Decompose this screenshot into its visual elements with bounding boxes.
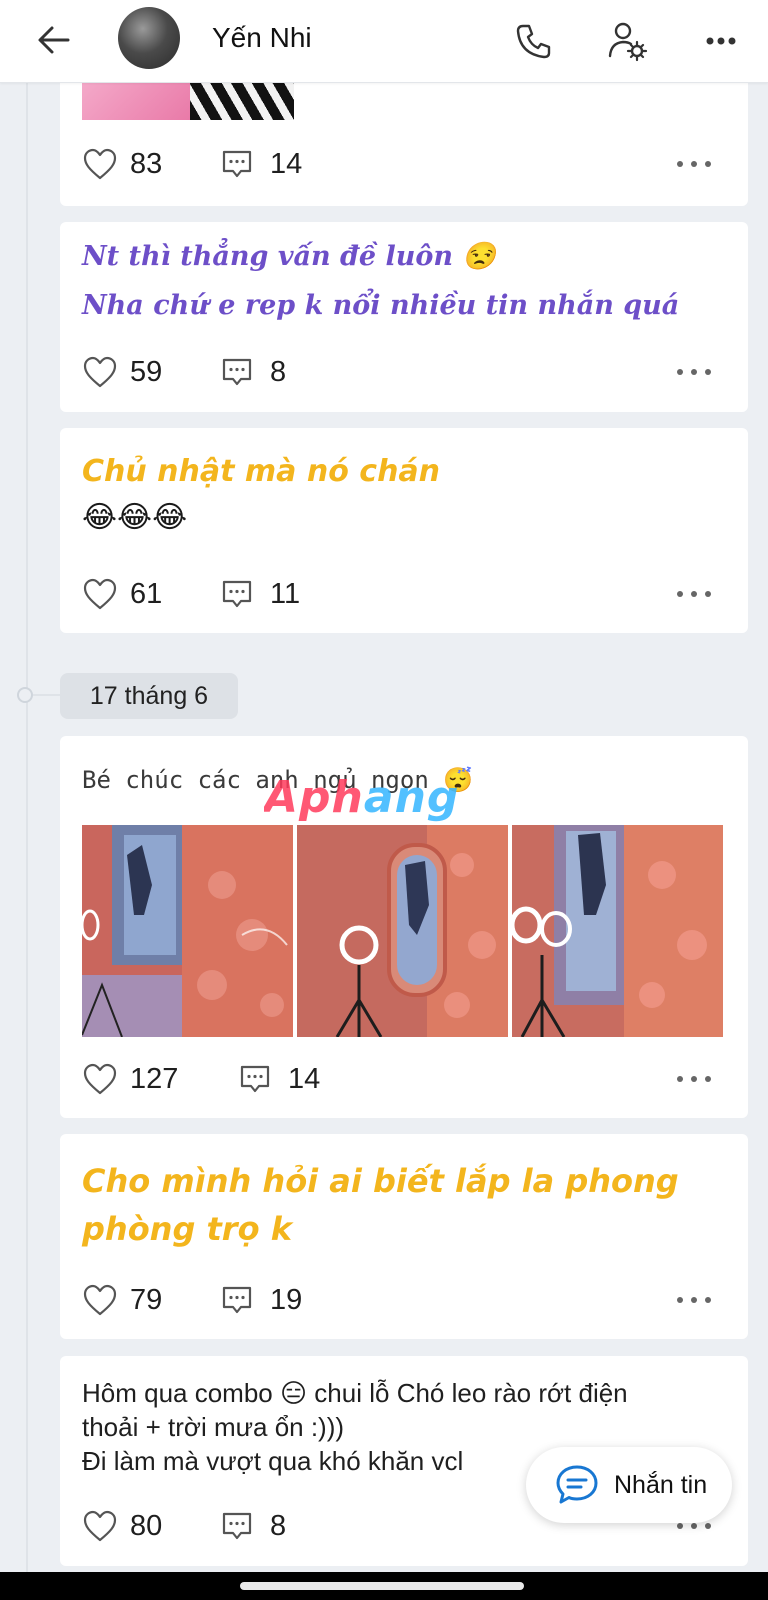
- post-card: Cho mình hỏi ai biết lắp la phong phòng …: [60, 1134, 748, 1339]
- post-photo[interactable]: [512, 825, 723, 1037]
- comment-icon: [222, 150, 252, 178]
- arrow-left-icon[interactable]: [34, 20, 74, 60]
- post-image[interactable]: [82, 82, 294, 120]
- post-text-line: Đi làm mà vượt qua khó khăn vcl: [82, 1446, 464, 1476]
- timeline-dot: [17, 687, 33, 703]
- post-text-line: Chủ nhật mà nó chán: [82, 454, 441, 489]
- heart-icon: [83, 148, 117, 180]
- post-actions: 79 19: [82, 1280, 726, 1320]
- watermark: Aphang: [264, 772, 459, 823]
- heart-icon: [83, 1284, 117, 1316]
- timeline-connector: [33, 694, 60, 696]
- post-card: Nt thì thẳng vấn đề luôn 😒 Nha chứ e rep…: [60, 222, 748, 412]
- comment-button[interactable]: 19: [220, 1280, 302, 1320]
- post-actions: 127 14: [82, 1059, 726, 1099]
- comment-icon: [222, 580, 252, 608]
- like-button[interactable]: 83: [82, 144, 162, 184]
- post-card: Chủ nhật mà nó chán 😂😂😂 61 11: [60, 428, 748, 633]
- heart-icon: [83, 578, 117, 610]
- comment-icon: [240, 1065, 270, 1093]
- home-indicator[interactable]: [240, 1582, 524, 1590]
- post-text-line: Hôm qua combo 😑 chui lỗ Chó leo rào rớt …: [82, 1378, 628, 1408]
- profile-name[interactable]: Yến Nhi: [212, 22, 312, 54]
- heart-icon: [83, 1510, 117, 1542]
- comment-button[interactable]: 14: [238, 1059, 320, 1099]
- post-photo[interactable]: [297, 825, 508, 1037]
- comment-button[interactable]: 14: [220, 144, 302, 184]
- heart-icon: [83, 1063, 117, 1095]
- post-actions: 83 14: [82, 144, 726, 184]
- comment-count: 8: [270, 355, 287, 388]
- more-dots-icon[interactable]: [676, 156, 712, 172]
- post-actions: 61 11: [82, 574, 726, 614]
- comment-count: 19: [270, 1283, 303, 1316]
- post-emoji-line: 😂😂😂: [82, 501, 188, 534]
- like-count: 59: [130, 355, 163, 388]
- comment-count: 14: [270, 147, 303, 180]
- comment-count: 8: [270, 1509, 287, 1542]
- comment-count: 14: [288, 1062, 321, 1095]
- comment-button[interactable]: 8: [220, 352, 286, 392]
- like-count: 79: [130, 1283, 163, 1316]
- post-text-line: Nt thì thẳng vấn đề luôn 😒: [82, 241, 497, 272]
- more-dots-icon[interactable]: [676, 1071, 712, 1087]
- more-dots-icon[interactable]: [676, 1292, 712, 1308]
- post-photo[interactable]: [82, 825, 293, 1037]
- like-button[interactable]: 61: [82, 574, 162, 614]
- like-count: 127: [130, 1062, 179, 1095]
- like-count: 83: [130, 147, 163, 180]
- like-count: 80: [130, 1509, 163, 1542]
- chat-bubble-icon: [556, 1465, 598, 1504]
- system-nav-bar: [0, 1572, 768, 1600]
- post-text-line: Nha chứ e rep k nổi nhiều tin nhắn quá: [82, 290, 680, 321]
- like-count: 61: [130, 577, 163, 610]
- post-actions: 59 8: [82, 352, 726, 392]
- timeline-line: [26, 82, 28, 1582]
- more-dots-icon[interactable]: [698, 18, 744, 64]
- like-button[interactable]: 80: [82, 1506, 162, 1546]
- more-dots-icon[interactable]: [676, 586, 712, 602]
- like-button[interactable]: 79: [82, 1280, 162, 1320]
- post-text-line: Cho mình hỏi ai biết lắp la phong: [82, 1162, 679, 1200]
- comment-count: 11: [270, 577, 301, 610]
- more-dots-icon[interactable]: [676, 364, 712, 380]
- comment-icon: [222, 1286, 252, 1314]
- comment-button[interactable]: 8: [220, 1506, 286, 1546]
- comment-icon: [222, 358, 252, 386]
- like-button[interactable]: 127: [82, 1059, 178, 1099]
- date-separator: 17 tháng 6: [60, 673, 238, 719]
- like-button[interactable]: 59: [82, 352, 162, 392]
- comment-button[interactable]: 11: [220, 574, 300, 614]
- top-bar: Yến Nhi: [0, 0, 768, 83]
- message-button-label: Nhắn tin: [614, 1471, 708, 1499]
- post-text-line: phòng trọ k: [82, 1210, 292, 1248]
- post-text-line: thoải + trời mưa ổn :))): [82, 1412, 345, 1442]
- watermark-text: Aphang: [264, 772, 460, 823]
- user-gear-icon[interactable]: [604, 18, 650, 64]
- avatar[interactable]: [118, 7, 180, 69]
- message-button[interactable]: Nhắn tin: [526, 1447, 732, 1523]
- comment-icon: [222, 1512, 252, 1540]
- heart-icon: [83, 356, 117, 388]
- phone-icon[interactable]: [510, 18, 556, 64]
